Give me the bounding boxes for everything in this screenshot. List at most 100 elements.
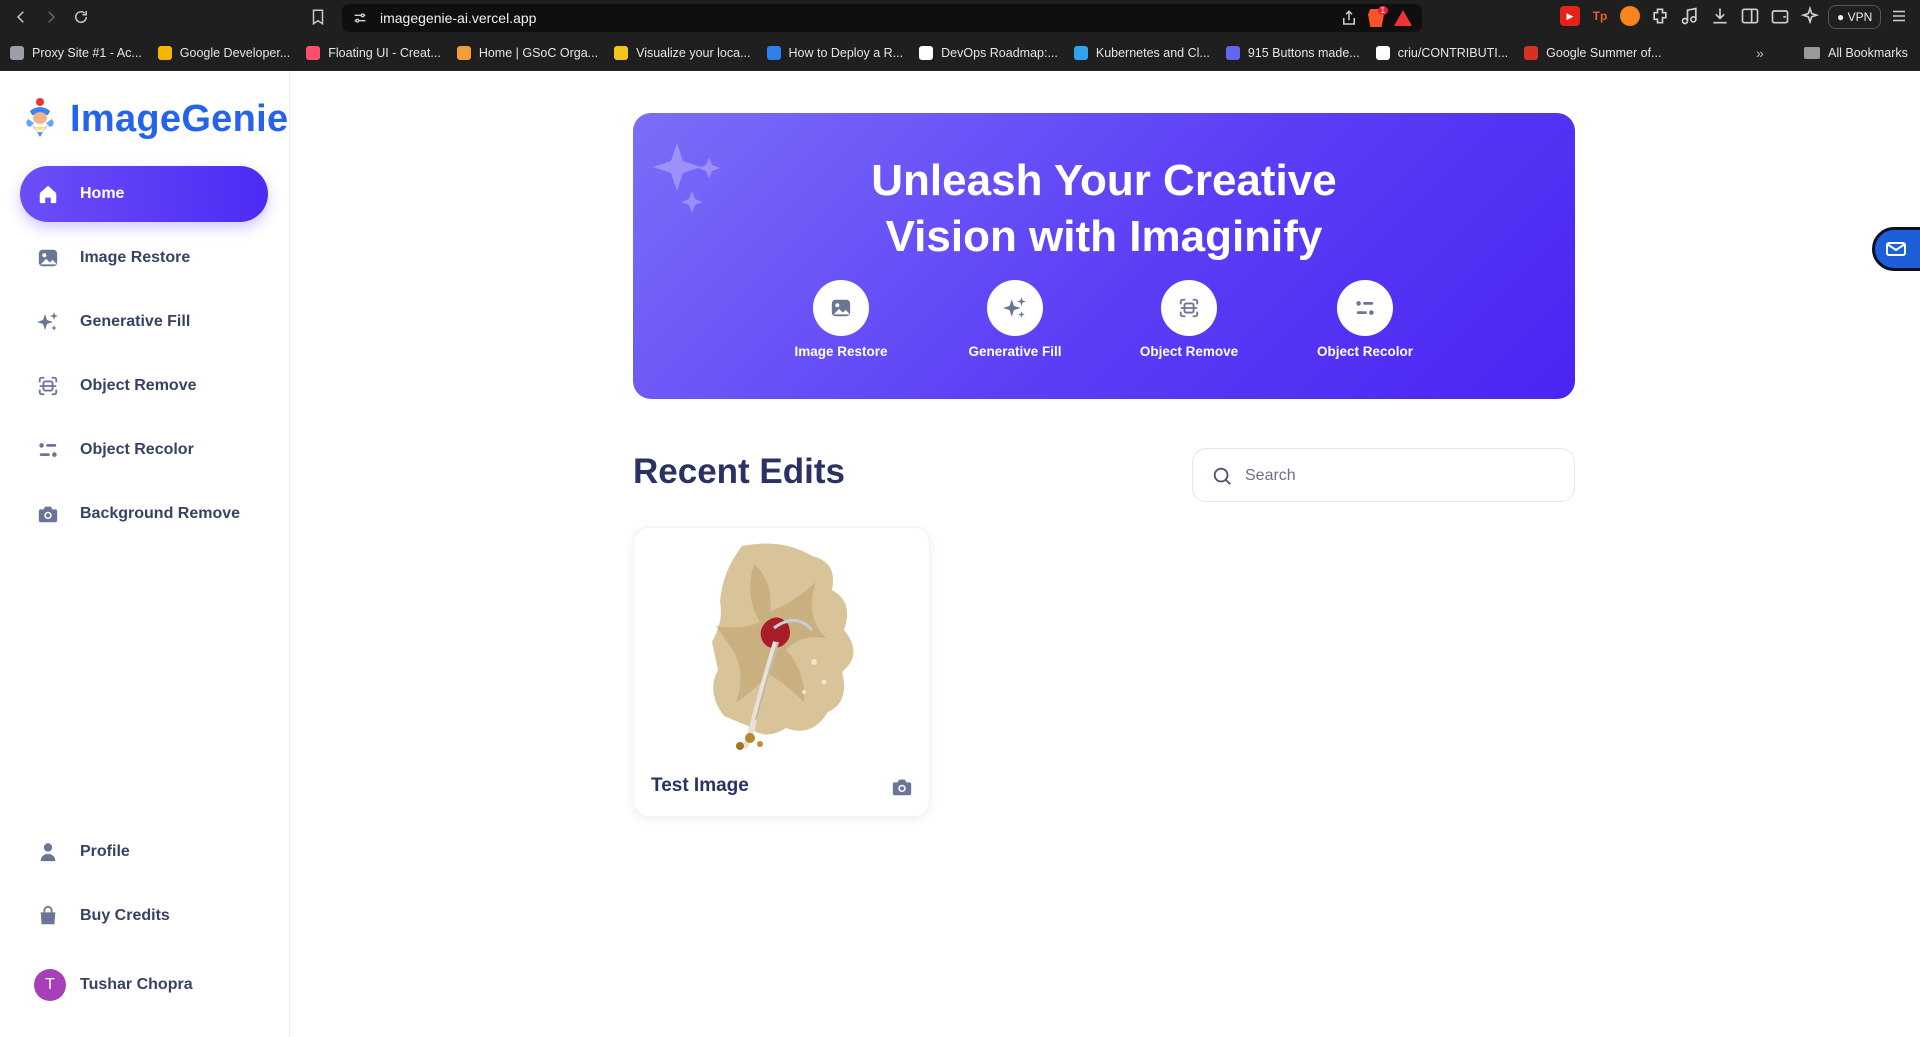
url-text[interactable]: imagegenie-ai.vercel.app xyxy=(380,10,536,26)
image-icon[interactable] xyxy=(813,280,869,336)
extensions-row: ▶ Tp xyxy=(1560,6,1820,26)
nav-generative-fill[interactable]: Generative Fill xyxy=(20,294,268,350)
all-bookmarks-label: All Bookmarks xyxy=(1828,46,1908,60)
hero-title-line2: Vision with Imaginify xyxy=(885,212,1323,261)
bookmark-item[interactable]: Google Summer of... xyxy=(1514,40,1667,66)
mail-icon xyxy=(1886,242,1906,256)
leo-ai-icon[interactable] xyxy=(1800,6,1820,26)
brave-shields-button[interactable]: 1 xyxy=(1368,6,1388,27)
quick-action-object-recolor[interactable]: Object Recolor xyxy=(1285,280,1445,359)
bookmarks-bar: Proxy Site #1 - Ac... Google Developer...… xyxy=(0,40,1920,66)
bookmark-label: Kubernetes and Cl... xyxy=(1095,46,1210,60)
vpn-button[interactable]: ● VPN xyxy=(1828,5,1882,29)
bookmark-item[interactable]: 915 Buttons made... xyxy=(1216,40,1366,66)
nav-label: Object Remove xyxy=(80,377,197,394)
vpn-label: VPN xyxy=(1847,10,1873,24)
site-settings-icon[interactable] xyxy=(352,10,368,26)
nav-image-restore[interactable]: Image Restore xyxy=(20,230,268,286)
bookmark-item[interactable]: Kubernetes and Cl... xyxy=(1064,40,1216,66)
bookmark-label: 915 Buttons made... xyxy=(1247,46,1360,60)
puzzle-extensions-icon[interactable] xyxy=(1650,6,1670,26)
bookmark-item[interactable]: How to Deploy a R... xyxy=(757,40,910,66)
sparkles-icon[interactable] xyxy=(987,280,1043,336)
bookmark-item[interactable]: Floating UI - Creat... xyxy=(296,40,447,66)
nav-profile[interactable]: Profile xyxy=(20,824,268,880)
recent-edits-title: Recent Edits xyxy=(633,452,845,491)
wallet-icon[interactable] xyxy=(1770,6,1790,26)
bookmark-label: Google Summer of... xyxy=(1546,46,1662,60)
bookmark-label: Proxy Site #1 - Ac... xyxy=(32,46,142,60)
recent-edit-card[interactable]: Test Image xyxy=(633,527,930,817)
floating-mail-button[interactable] xyxy=(1872,227,1920,271)
bookmark-item[interactable]: Home | GSoC Orga... xyxy=(447,40,604,66)
filter-icon[interactable] xyxy=(1337,280,1393,336)
reload-icon[interactable] xyxy=(70,6,92,28)
browser-toolbar: imagegenie-ai.vercel.app 1 ▶ Tp ● VPN xyxy=(0,0,1920,34)
bookmark-favicon-icon xyxy=(10,46,24,60)
nav-label: Profile xyxy=(80,843,130,860)
scan-icon xyxy=(36,374,60,398)
nav-label: Image Restore xyxy=(80,249,191,266)
flower-thumbnail[interactable] xyxy=(704,542,864,752)
app-logo[interactable]: ImageGenie xyxy=(20,97,288,141)
bookmark-item[interactable]: criu/CONTRIBUTI... xyxy=(1366,40,1514,66)
scan-icon[interactable] xyxy=(1161,280,1217,336)
browser-chrome: imagegenie-ai.vercel.app 1 ▶ Tp ● VPN Pr… xyxy=(0,0,1920,71)
avatar[interactable]: T xyxy=(34,969,66,1001)
hero-title-line1: Unleash Your Creative xyxy=(871,156,1337,205)
all-bookmarks-button[interactable]: All Bookmarks xyxy=(1804,40,1908,66)
bookmark-favicon-icon xyxy=(1524,46,1539,60)
home-icon xyxy=(36,182,60,206)
quick-action-image-restore[interactable]: Image Restore xyxy=(761,280,921,359)
bookmark-favicon-icon xyxy=(456,46,471,60)
nav-object-remove[interactable]: Object Remove xyxy=(20,358,268,414)
sidebar-toggle-icon[interactable] xyxy=(1740,6,1760,26)
bookmark-item[interactable]: DevOps Roadmap:... xyxy=(909,40,1064,66)
quick-action-label: Image Restore xyxy=(794,344,888,359)
address-bar-actions: 1 xyxy=(1340,6,1412,27)
nav-label: Object Recolor xyxy=(80,441,194,458)
address-bar[interactable]: imagegenie-ai.vercel.app 1 xyxy=(342,4,1422,32)
search-box[interactable] xyxy=(1192,448,1575,502)
nav-object-recolor[interactable]: Object Recolor xyxy=(20,422,268,478)
nav-buy-credits[interactable]: Buy Credits xyxy=(20,888,268,944)
music-icon[interactable] xyxy=(1680,6,1700,26)
search-input[interactable] xyxy=(1245,461,1555,491)
nav-background-remove[interactable]: Background Remove xyxy=(20,486,268,542)
camera-icon xyxy=(36,502,60,526)
hamburger-menu-icon[interactable] xyxy=(1890,7,1908,25)
forward-icon[interactable] xyxy=(40,6,62,28)
bookmark-favicon-icon xyxy=(614,46,629,60)
youtube-extension-icon[interactable]: ▶ xyxy=(1560,6,1580,26)
bookmark-favicon-icon xyxy=(766,46,781,60)
sparkles-icon xyxy=(36,310,60,334)
nav-label: Background Remove xyxy=(80,505,241,522)
search-icon xyxy=(1213,467,1231,485)
user-name: Tushar Chopra xyxy=(80,976,193,993)
metamask-extension-icon[interactable] xyxy=(1620,6,1640,26)
shields-count-badge: 1 xyxy=(1377,6,1388,15)
bookmark-item[interactable]: Google Developer... xyxy=(148,40,297,66)
bookmark-favicon-icon xyxy=(919,46,934,60)
user-account[interactable]: T Tushar Chopra xyxy=(20,957,268,1013)
bookmark-label: criu/CONTRIBUTI... xyxy=(1397,46,1509,60)
bag-icon xyxy=(36,904,60,928)
filter-icon xyxy=(36,438,60,462)
nav-label: Generative Fill xyxy=(80,313,191,330)
nav-label: Buy Credits xyxy=(80,907,170,924)
bookmark-item[interactable]: Proxy Site #1 - Ac... xyxy=(0,40,148,66)
brave-rewards-icon[interactable] xyxy=(1394,10,1412,26)
tp-extension-icon[interactable]: Tp xyxy=(1590,6,1610,26)
quick-action-generative-fill[interactable]: Generative Fill xyxy=(935,280,1095,359)
bookmark-favicon-icon xyxy=(157,46,172,60)
bookmark-label: Home | GSoC Orga... xyxy=(478,46,599,60)
download-icon[interactable] xyxy=(1710,6,1730,26)
bookmark-page-icon[interactable] xyxy=(309,7,327,27)
more-bookmarks-icon[interactable]: » xyxy=(1756,45,1764,61)
share-icon[interactable] xyxy=(1340,9,1358,27)
logo-text: ImageGenie xyxy=(70,97,289,140)
nav-home[interactable]: Home xyxy=(20,166,268,222)
quick-action-object-remove[interactable]: Object Remove xyxy=(1109,280,1269,359)
back-icon[interactable] xyxy=(10,6,32,28)
bookmark-item[interactable]: Visualize your loca... xyxy=(604,40,756,66)
